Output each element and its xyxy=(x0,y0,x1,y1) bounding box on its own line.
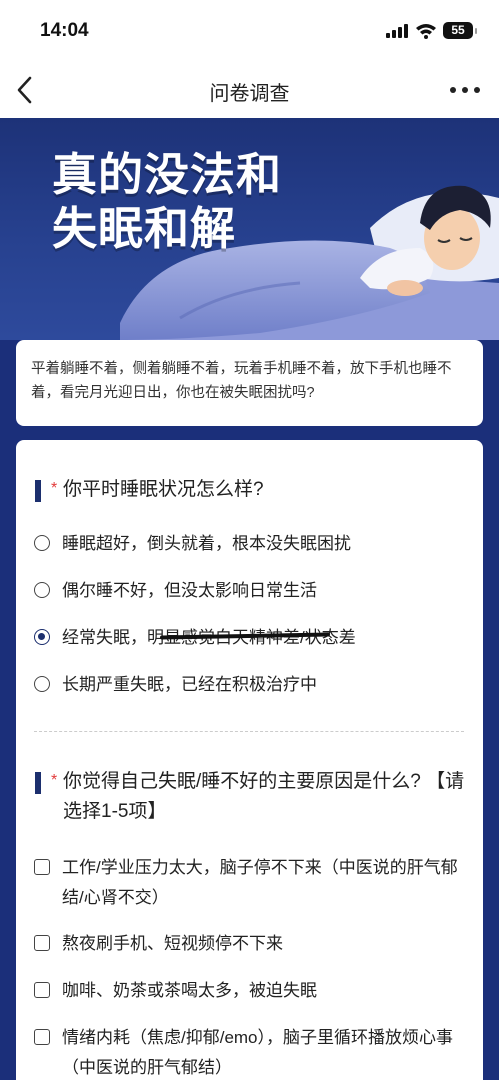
checkbox-option[interactable]: 情绪内耗（焦虑/抑郁/emo），脑子里循环播放烦心事（中医说的肝气郁结） xyxy=(34,1023,464,1080)
cellular-signal-icon xyxy=(386,24,408,38)
question-divider xyxy=(34,731,464,732)
option-label: 长期严重失眠，已经在积极治疗中 xyxy=(62,675,317,694)
page-title: 问卷调查 xyxy=(209,83,290,105)
banner-headline: 真的没法和 失眠和解 xyxy=(52,148,282,256)
headline-line-2: 失眠和解 xyxy=(52,202,237,255)
option-label: 熬夜刷手机、短视频停不下来 xyxy=(62,934,283,953)
question-1-text: 你平时睡眠状况怎么样? xyxy=(63,479,264,500)
radio-option[interactable]: 偶尔睡不好，但没太影响日常生活 xyxy=(34,576,317,606)
question-1-title: * 你平时睡眠状况怎么样? xyxy=(35,475,465,505)
questionnaire-card: * 你平时睡眠状况怎么样? 睡眠超好，倒头就着，根本没失眠困扰 偶尔睡不好，但没… xyxy=(16,440,483,1080)
question-2-title: * 你觉得自己失眠/睡不好的主要原因是什么? 【请选择1-5项】 xyxy=(35,767,465,827)
option-label: 情绪内耗（焦虑/抑郁/emo），脑子里循环播放烦心事（中医说的肝气郁结） xyxy=(62,1028,454,1077)
banner: 真的没法和 失眠和解 xyxy=(0,118,499,340)
required-mark: * xyxy=(51,772,58,789)
question-2-text: 你觉得自己失眠/睡不好的主要原因是什么? 【请选择1-5项】 xyxy=(63,771,465,822)
option-label: 睡眠超好，倒头就着，根本没失眠困扰 xyxy=(62,534,351,553)
wifi-icon xyxy=(416,24,436,39)
intro-text: 平着躺睡不着，侧着躺睡不着，玩着手机睡不着，放下手机也睡不着，看完月光迎日出，你… xyxy=(31,361,452,401)
intro-card: 平着躺睡不着，侧着躺睡不着，玩着手机睡不着，放下手机也睡不着，看完月光迎日出，你… xyxy=(16,340,483,426)
battery-icon: 55 xyxy=(443,22,477,39)
option-label: 工作/学业压力太大，脑子停不下来（中医说的肝气郁结/心肾不交） xyxy=(62,858,458,907)
required-mark: * xyxy=(51,480,58,497)
question-marker xyxy=(35,772,41,794)
question-marker xyxy=(35,480,41,502)
status-time: 14:04 xyxy=(40,20,89,41)
radio-option[interactable]: 睡眠超好，倒头就着，根本没失眠困扰 xyxy=(34,529,351,559)
checkbox-option[interactable]: 熬夜刷手机、短视频停不下来 xyxy=(34,929,283,959)
checkbox-option[interactable]: 咖啡、奶茶或茶喝太多，被迫失眠 xyxy=(34,976,317,1006)
option-label: 咖啡、奶茶或茶喝太多，被迫失眠 xyxy=(62,981,317,1000)
checkbox-option[interactable]: 工作/学业压力太大，脑子停不下来（中医说的肝气郁结/心肾不交） xyxy=(34,853,464,913)
headline-line-1: 真的没法和 xyxy=(52,148,283,201)
more-options-icon[interactable] xyxy=(445,76,485,104)
nav-bar: 问卷调查 xyxy=(0,62,499,118)
radio-option[interactable]: 长期严重失眠，已经在积极治疗中 xyxy=(34,670,317,700)
option-label: 偶尔睡不好，但没太影响日常生活 xyxy=(62,581,317,600)
status-bar: 14:04 55 xyxy=(0,0,499,62)
